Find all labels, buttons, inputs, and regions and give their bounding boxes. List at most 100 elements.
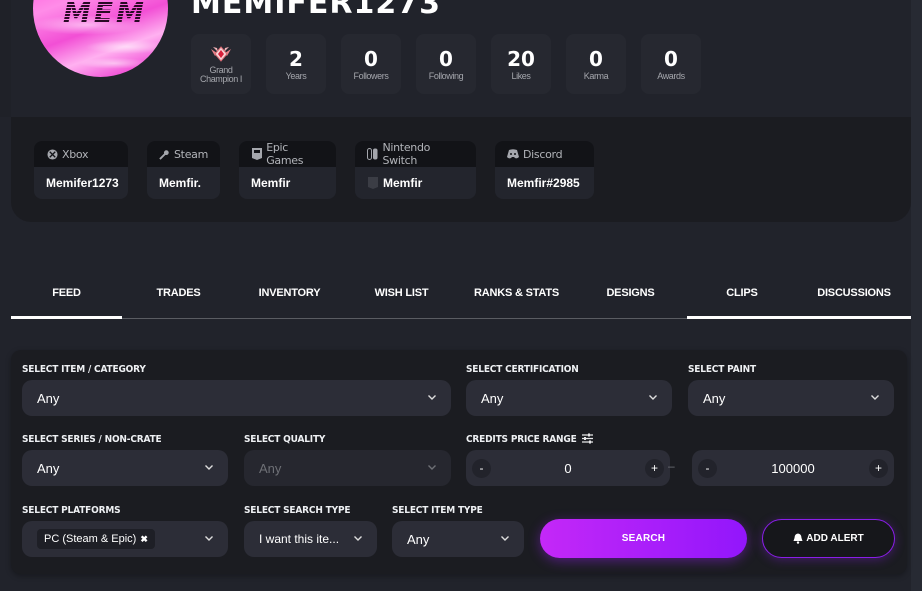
tab-ranks-stats[interactable]: RANKS & STATS	[459, 275, 574, 319]
tab-trades[interactable]: TRADES	[122, 275, 235, 319]
stat-likes: 20 Likes	[491, 34, 551, 94]
add-alert-button[interactable]: ADD ALERT	[762, 519, 895, 558]
platform-name: Nintendo Switch	[382, 141, 431, 167]
platform-name: Discord	[523, 147, 563, 161]
select-value: I want this ite...	[259, 532, 340, 546]
select-value: Any	[407, 531, 430, 547]
profile-stats: Grand Champion I 2 Years 0 Followers 0 F…	[191, 34, 701, 94]
platform-card-steam[interactable]: Steam Memfir.	[147, 141, 220, 199]
select-value: Any	[37, 390, 60, 406]
search-type-select[interactable]: I want this ite...	[244, 521, 377, 557]
certification-select[interactable]: Any	[466, 380, 672, 416]
tag-label: PC (Steam & Epic)	[44, 533, 137, 545]
avatar-text: MEM	[63, 0, 147, 29]
platforms-select[interactable]: PC (Steam & Epic) ✖	[22, 521, 228, 557]
bell-icon	[793, 533, 803, 544]
increment-button[interactable]: +	[868, 458, 888, 478]
range-separator: –	[668, 459, 675, 473]
stat-value: 20	[507, 46, 535, 71]
platform-card-epic-games[interactable]: Epic Games Memfir	[239, 141, 336, 199]
discord-icon	[507, 148, 519, 160]
stat-years: 2 Years	[266, 34, 326, 94]
username: MEMIFER1273	[191, 0, 441, 21]
increment-button[interactable]: +	[644, 458, 664, 478]
search-button[interactable]: SEARCH	[540, 519, 747, 558]
platform-name: Epic Games	[266, 141, 304, 167]
stat-followers[interactable]: 0 Followers	[341, 34, 401, 94]
stat-value: 0	[664, 46, 678, 71]
select-value: Any	[703, 390, 726, 406]
tab-designs[interactable]: DESIGNS	[574, 275, 687, 319]
decrement-button[interactable]: -	[472, 458, 491, 478]
price-min-stepper[interactable]: - 0 +	[466, 450, 670, 486]
platform-name: Steam	[174, 147, 209, 161]
stat-label: Following	[428, 70, 464, 81]
tab-clips[interactable]: CLIPS	[687, 275, 797, 319]
platform-handle: Memfir.	[159, 176, 202, 190]
stat-karma: 0 Karma	[566, 34, 626, 94]
nintendo-switch-icon	[367, 148, 378, 160]
search-type-label: SELECT SEARCH TYPE	[244, 505, 351, 516]
platform-card-nintendo-switch[interactable]: Nintendo Switch Memfir	[355, 141, 476, 199]
paint-select[interactable]: Any	[688, 380, 894, 416]
item-category-select[interactable]: Any	[22, 380, 451, 416]
select-value: Any	[481, 390, 504, 406]
stat-label: Followers	[353, 70, 389, 81]
chevron-down-icon	[205, 465, 213, 470]
sliders-icon[interactable]	[582, 433, 593, 444]
stat-label: Awards	[657, 70, 685, 81]
platform-tag: PC (Steam & Epic) ✖	[37, 529, 155, 549]
price-min-value[interactable]: 0	[564, 461, 571, 476]
platform-card-xbox[interactable]: Xbox Memifer1273	[34, 141, 128, 199]
stat-following[interactable]: 0 Following	[416, 34, 476, 94]
quality-label: SELECT QUALITY	[244, 434, 326, 445]
quality-select[interactable]: Any	[244, 450, 451, 486]
series-label: SELECT SERIES / NON-CRATE	[22, 434, 162, 445]
platform-handle: Memfir#2985	[507, 176, 580, 190]
epic-games-icon	[367, 177, 379, 189]
chevron-down-icon	[428, 465, 436, 470]
grand-champion-rank-icon	[211, 46, 231, 62]
series-select[interactable]: Any	[22, 450, 228, 486]
add-alert-label: ADD ALERT	[806, 533, 864, 544]
profile-tabs: FEED TRADES INVENTORY WISH LIST RANKS & …	[11, 275, 911, 320]
page-edge	[0, 0, 11, 117]
rank-badge[interactable]: Grand Champion I	[191, 34, 251, 94]
steam-icon	[159, 148, 170, 160]
stat-value: 0	[439, 46, 453, 71]
platform-handle: Memfir	[383, 176, 423, 190]
platforms-panel: Xbox Memifer1273 Steam Memfir. Epic Game…	[11, 117, 911, 222]
tab-discussions[interactable]: DISCUSSIONS	[797, 275, 911, 319]
chevron-down-icon	[205, 536, 213, 541]
price-range-label: CREDITS PRICE RANGE	[466, 434, 577, 445]
stat-value: 0	[589, 46, 603, 71]
platform-name: Xbox	[62, 147, 89, 161]
tab-inventory[interactable]: INVENTORY	[235, 275, 344, 319]
price-max-value[interactable]: 100000	[771, 461, 814, 476]
item-type-select[interactable]: Any	[392, 521, 524, 557]
epic-games-icon	[251, 148, 262, 160]
platform-list: Xbox Memifer1273 Steam Memfir. Epic Game…	[34, 141, 613, 199]
price-max-stepper[interactable]: - 100000 +	[692, 450, 894, 486]
tab-feed[interactable]: FEED	[11, 275, 122, 319]
remove-tag-icon[interactable]: ✖	[140, 534, 148, 545]
paint-label: SELECT PAINT	[688, 364, 756, 375]
item-category-label: SELECT ITEM / CATEGORY	[22, 364, 146, 375]
avatar[interactable]: MEM	[33, 0, 168, 77]
stat-label: Karma	[583, 70, 609, 81]
item-type-label: SELECT ITEM TYPE	[392, 505, 483, 516]
chevron-down-icon	[354, 536, 362, 541]
platform-handle: Memfir	[251, 176, 291, 190]
decrement-button[interactable]: -	[698, 458, 717, 478]
certification-label: SELECT CERTIFICATION	[466, 364, 579, 375]
chevron-down-icon	[649, 395, 657, 400]
chevron-down-icon	[871, 395, 879, 400]
stat-awards: 0 Awards	[641, 34, 701, 94]
platform-card-discord[interactable]: Discord Memfir#2985	[495, 141, 594, 199]
platform-handle: Memifer1273	[46, 176, 119, 190]
tab-wish-list[interactable]: WISH LIST	[344, 275, 459, 319]
select-value: Any	[259, 460, 282, 476]
xbox-icon	[46, 148, 58, 160]
scrollbar-track[interactable]	[911, 0, 922, 591]
stat-value: 2	[289, 46, 303, 71]
